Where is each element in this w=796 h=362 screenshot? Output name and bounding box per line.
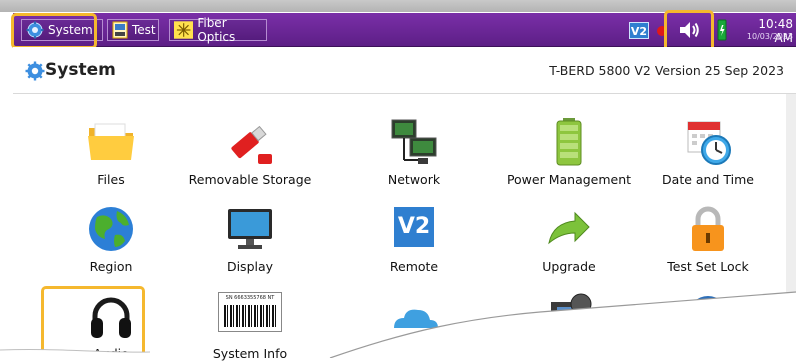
remote-icon-text: V2 [397, 214, 431, 239]
page-title: System [45, 60, 116, 80]
version-info: T-BERD 5800 V2 Version 25 Sep 2023 [549, 63, 784, 78]
app-date-and-time[interactable]: Date and Time [638, 106, 778, 188]
app-network[interactable]: Network [344, 106, 484, 188]
network-computers-icon [391, 119, 437, 164]
system-button-highlight [11, 13, 97, 49]
app-remote[interactable]: V2 Remote [344, 193, 484, 275]
app-label: System Info [212, 346, 288, 361]
globe-icon [89, 207, 133, 251]
app-globe-network[interactable] [638, 280, 778, 362]
usb-drive-icon [231, 125, 272, 164]
barcode-bars [224, 305, 276, 327]
app-display[interactable]: Display [180, 193, 320, 275]
fiber-optics-button[interactable]: Fiber Optics [169, 16, 267, 44]
app-stratasync[interactable]: Strata [344, 280, 484, 362]
test-button-label: Test [132, 23, 156, 37]
app-label: Date and Time [662, 172, 754, 187]
scrollbar[interactable] [786, 94, 796, 358]
app-system-info[interactable]: SN 6663355768 NT System Info [180, 280, 320, 362]
folder-icon [88, 123, 134, 160]
test-module-icon [112, 21, 128, 39]
app-label: Files [97, 172, 125, 187]
film-reel-icon [551, 293, 592, 328]
audio-highlight [41, 286, 145, 358]
app-files[interactable]: Files [41, 106, 181, 188]
app-label: Region [89, 259, 133, 274]
app-label: Test Set Lock [667, 259, 749, 274]
app-label: Remote [389, 259, 439, 274]
remote-icon: V2 [394, 207, 434, 247]
app-label: Network [387, 172, 441, 187]
test-button[interactable]: Test [107, 19, 159, 41]
app-test-set-lock[interactable]: Test Set Lock [638, 193, 778, 275]
remote-status-badge[interactable]: V2 [629, 22, 649, 39]
remote-badge-text: V2 [630, 25, 648, 38]
fiber-burst-icon [174, 21, 194, 39]
app-upgrade[interactable]: Upgrade [499, 193, 639, 275]
barcode-icon: SN 6663355768 NT [218, 292, 282, 332]
battery-charging-icon [717, 19, 727, 41]
app-label: Removable Storage [188, 172, 312, 187]
app-power-management[interactable]: Power Management [499, 106, 639, 188]
app-label: Power Management [506, 172, 632, 187]
monitor-icon [228, 209, 272, 249]
lock-icon [692, 206, 724, 251]
gear-icon [25, 61, 45, 81]
cloud-icon [394, 309, 438, 328]
clock-date: 10/03/2023 [746, 32, 793, 41]
app-label: Display [226, 259, 274, 274]
page-header: System T-BERD 5800 V2 Version 25 Sep 202… [13, 47, 796, 95]
barcode-serial-text: SN 6663355768 NT [225, 295, 275, 301]
fiber-optics-label: Fiber Optics [197, 16, 236, 44]
battery-icon [556, 118, 582, 166]
app-media[interactable] [499, 280, 639, 362]
calendar-clock-icon [687, 121, 731, 165]
app-label: Upgrade [542, 259, 596, 274]
globe-network-icon [688, 296, 728, 336]
upgrade-arrow-icon [548, 211, 590, 245]
app-region[interactable]: Region [41, 193, 181, 275]
app-removable-storage[interactable]: Removable Storage [180, 106, 320, 188]
